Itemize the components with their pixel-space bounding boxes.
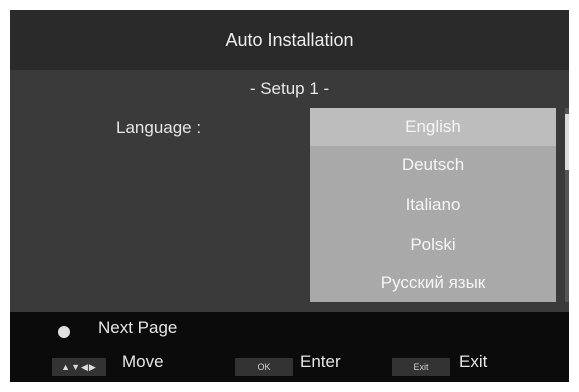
language-option-deutsch[interactable]: Deutsch [310,146,556,184]
exit-label: Exit [459,352,488,371]
ok-key-icon: OK [235,358,293,376]
next-page-dot-icon [58,326,70,338]
language-option-english[interactable]: English [310,108,556,146]
language-option-russian[interactable]: Русский язык [310,264,556,302]
enter-label: Enter [300,352,341,371]
language-option-italiano[interactable]: Italiano [310,186,556,224]
language-label: Language : [116,118,202,137]
footer-help: Next Page ▲▼◀▶ Move OK Enter Exit Exit [10,312,569,382]
exit-key-icon: Exit [392,358,450,376]
next-page-label: Next Page [98,318,178,337]
setup-panel: - Setup 1 - Language : English Deutsch I… [10,70,569,312]
window-title: Auto Installation [10,10,569,70]
tv-screen: Auto Installation - Setup 1 - Language :… [10,10,569,382]
scrollbar-thumb[interactable] [565,114,569,170]
move-label: Move [122,352,164,371]
language-scrollbar[interactable] [565,108,569,302]
language-list[interactable]: English Deutsch Italiano Polski Русский … [310,108,556,302]
arrow-keys-icon: ▲▼◀▶ [52,358,106,376]
setup-subtitle: - Setup 1 - [249,79,330,98]
language-option-polski[interactable]: Polski [310,226,556,264]
